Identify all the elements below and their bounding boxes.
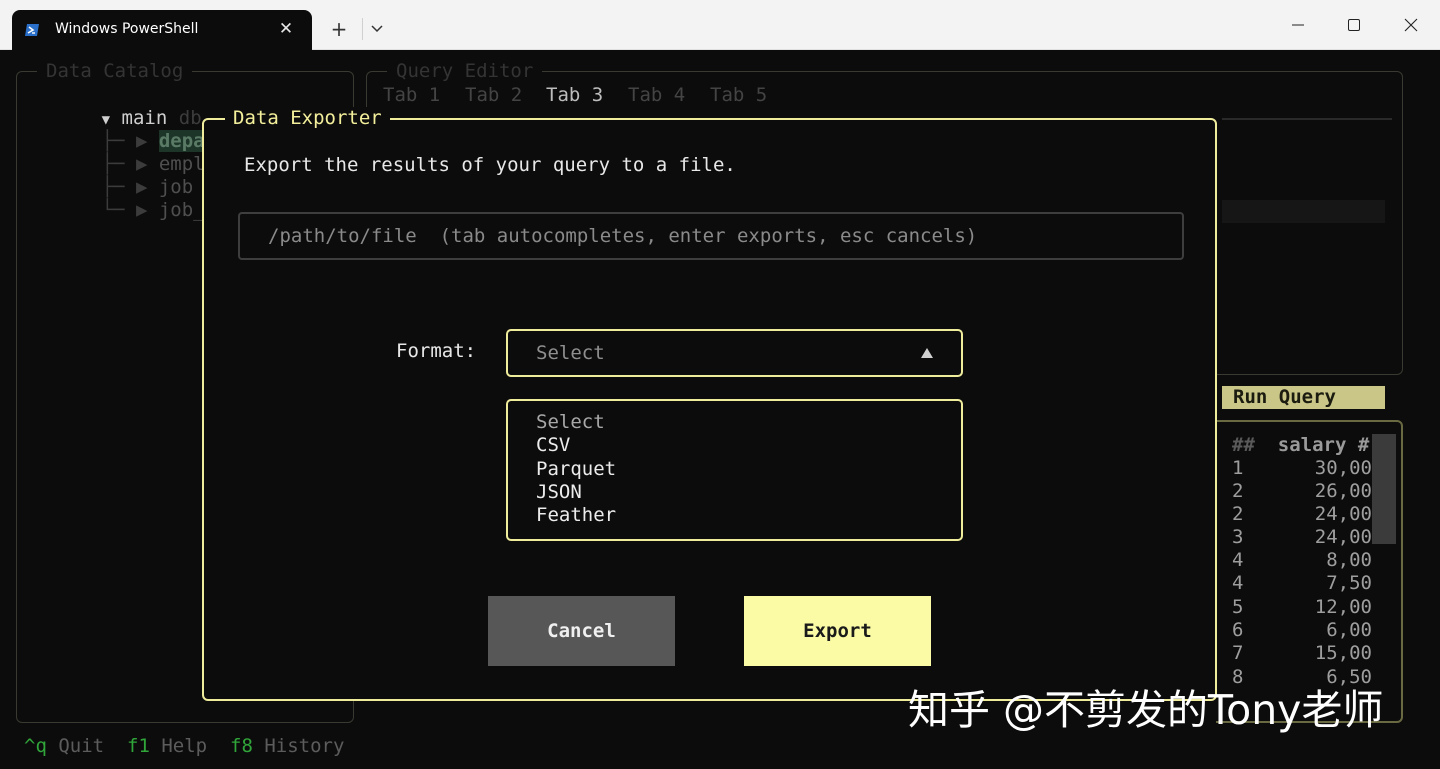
- row-value: 6,00: [1326, 619, 1372, 641]
- option-json[interactable]: JSON: [508, 481, 961, 504]
- tree-branch: └─ ▶: [101, 199, 159, 221]
- tab-divider: [362, 18, 363, 40]
- table-row: 7 15,00: [1232, 642, 1372, 665]
- row-value: 30,00: [1314, 457, 1372, 479]
- option-csv[interactable]: CSV: [508, 434, 961, 457]
- close-window-icon[interactable]: [1396, 12, 1426, 38]
- powershell-icon: [25, 24, 39, 36]
- table-row: 3 24,00: [1232, 526, 1372, 549]
- cancel-button[interactable]: Cancel: [488, 596, 675, 666]
- editor-underline: [1222, 118, 1392, 120]
- close-tab-icon[interactable]: ✕: [276, 18, 296, 40]
- footer-bindings: ^q Quit f1 Help f8 History: [24, 735, 344, 757]
- format-selected-value: Select: [536, 342, 605, 364]
- chevron-down-icon[interactable]: [368, 22, 386, 36]
- table-row: 2 26,00: [1232, 480, 1372, 503]
- table-row: 6 6,00: [1232, 619, 1372, 642]
- quit-key[interactable]: ^q: [24, 735, 47, 757]
- header-salary: salary #: [1277, 434, 1370, 456]
- row-index: 3: [1232, 526, 1244, 548]
- window-titlebar: Windows PowerShell ✕ +: [0, 0, 1440, 50]
- row-index: 7: [1232, 642, 1244, 664]
- help-label: Help: [161, 735, 208, 757]
- row-index: 2: [1232, 503, 1244, 525]
- data-exporter-dialog: Data Exporter Export the results of your…: [202, 107, 1217, 701]
- row-value: 7,50: [1326, 572, 1372, 594]
- editor-current-line: [1222, 200, 1385, 223]
- history-key[interactable]: f8: [230, 735, 253, 757]
- tab-1[interactable]: Tab 1: [383, 84, 440, 106]
- row-value: 26,00: [1314, 480, 1372, 502]
- row-index: 6: [1232, 619, 1244, 641]
- help-key[interactable]: f1: [127, 735, 150, 757]
- tree-root-db[interactable]: ▼ main db: [33, 84, 202, 129]
- row-value: 24,00: [1314, 526, 1372, 548]
- row-index: 4: [1232, 549, 1244, 571]
- format-options-list: Select CSV Parquet JSON Feather: [506, 399, 963, 541]
- table-row: 2 24,00: [1232, 503, 1372, 526]
- dialog-title: Data Exporter: [225, 107, 390, 129]
- results-scrollbar[interactable]: [1372, 434, 1396, 544]
- row-value: 8,00: [1326, 549, 1372, 571]
- new-tab-button[interactable]: +: [327, 17, 351, 41]
- option-select[interactable]: Select: [508, 411, 961, 434]
- minimize-icon[interactable]: [1283, 12, 1313, 38]
- table-row: 5 12,00: [1232, 596, 1372, 619]
- dialog-description: Export the results of your query to a fi…: [244, 154, 736, 176]
- tab-title: Windows PowerShell: [55, 21, 199, 37]
- tab-4[interactable]: Tab 4: [628, 84, 685, 106]
- format-label: Format:: [396, 340, 477, 362]
- terminal-tab[interactable]: Windows PowerShell ✕: [12, 10, 312, 50]
- row-index: 5: [1232, 596, 1244, 618]
- history-label: History: [264, 735, 345, 757]
- option-parquet[interactable]: Parquet: [508, 458, 961, 481]
- caret-up-icon: [921, 348, 933, 358]
- tree-item-job[interactable]: ├─ ▶ job t: [33, 153, 216, 198]
- run-query-button[interactable]: Run Query: [1222, 386, 1385, 409]
- maximize-icon[interactable]: [1339, 12, 1369, 38]
- option-feather[interactable]: Feather: [508, 504, 961, 527]
- tab-3[interactable]: Tab 3: [546, 84, 603, 106]
- row-index: 2: [1232, 480, 1244, 502]
- file-path-input[interactable]: [238, 212, 1184, 260]
- export-button[interactable]: Export: [744, 596, 931, 666]
- catalog-title: Data Catalog: [37, 60, 193, 82]
- table-row: 4 8,00: [1232, 549, 1372, 572]
- row-value: 12,00: [1314, 596, 1372, 618]
- quit-label: Quit: [58, 735, 105, 757]
- row-index: 1: [1232, 457, 1244, 479]
- table-row: 4 7,50: [1232, 572, 1372, 595]
- results-header: ## salary #: [1232, 434, 1369, 456]
- table-row: 1 30,00: [1232, 457, 1372, 480]
- row-index: 4: [1232, 572, 1244, 594]
- header-index: ##: [1232, 434, 1255, 456]
- watermark: 知乎 @不剪发的Tony老师: [908, 686, 1384, 734]
- tab-2[interactable]: Tab 2: [465, 84, 522, 106]
- row-value: 24,00: [1314, 503, 1372, 525]
- tab-5[interactable]: Tab 5: [710, 84, 767, 106]
- format-select[interactable]: Select: [506, 329, 963, 377]
- editor-title: Query Editor: [387, 60, 543, 82]
- row-value: 15,00: [1314, 642, 1372, 664]
- editor-tabs: Tab 1 Tab 2 Tab 3 Tab 4 Tab 5: [383, 84, 803, 107]
